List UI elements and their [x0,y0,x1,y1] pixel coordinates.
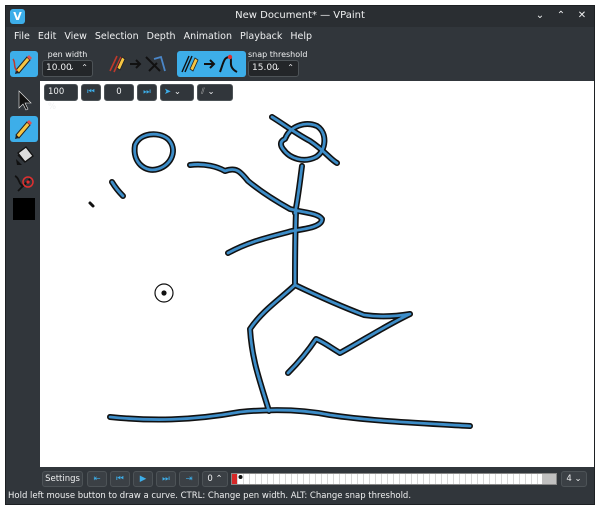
sketch-tool-selected[interactable] [10,116,38,142]
menu-edit[interactable]: Edit [34,28,60,46]
chevron-down-icon: ⌄ [173,87,181,97]
snap-threshold-group: snap threshold 15.00 ⌄ ⌃ [248,49,307,77]
sculpt-tool-button[interactable] [10,170,38,196]
snap-threshold-label: snap threshold [248,50,308,59]
keyframe-marker-icon [232,474,243,484]
canvas-toolbar: 100 % ⏮ 0 ⏭ ➤ ⌄ ⫽ ⌄ [44,84,233,112]
onion-skin-icon: ➤ [164,87,172,97]
tool-options-bar: pen width 10.00 ⌄ ⌃ snap threshold 15.00… [6,47,594,80]
timeline-settings-button[interactable]: Settings [42,471,83,487]
frame-input[interactable]: 0 [104,84,134,101]
status-bar: Hold left mouse button to draw a curve. … [8,491,412,501]
start-frame-spinbox[interactable]: 0 ⌃ [202,471,228,487]
paint-bucket-tool-button[interactable] [10,143,38,169]
title-bar: V New Document* — VPaint ⌄ ⌃ ✕ [6,6,594,27]
drawing-canvas[interactable]: 100 % ⏮ 0 ⏭ ➤ ⌄ ⫽ ⌄ [40,81,594,467]
select-tool-button[interactable] [10,87,38,113]
onion-skin-dropdown[interactable]: ➤ ⌄ [160,84,194,101]
paint-bucket-icon [16,146,34,165]
sketch-tool-button[interactable] [10,51,38,77]
select-arrow-icon [18,90,32,111]
minimize-button[interactable]: ⌄ [534,9,546,23]
close-button[interactable]: ✕ [576,9,588,23]
chevron-down-icon: ⌄ [207,87,215,97]
display-mode-icon: ⫽ [201,87,205,97]
maximize-button[interactable]: ⌃ [555,9,567,23]
display-mode-dropdown[interactable]: ⫽ ⌄ [197,84,233,101]
planar-map-mode-button[interactable] [105,51,174,77]
menu-bar: File Edit View Selection Depth Animation… [6,28,316,46]
window-title: New Document* — VPaint [235,10,365,21]
pen-width-label: pen width [47,50,88,59]
menu-playback[interactable]: Playback [236,28,286,46]
play-button[interactable]: ▶ [133,471,153,487]
last-frame-button[interactable]: ⏭ [137,84,157,101]
zoom-dropdown[interactable]: 100 % [44,84,78,112]
go-to-start-button[interactable]: ⇤ [87,471,107,487]
pen-width-group: pen width 10.00 ⌄ ⌃ [42,49,93,77]
pencil-icon [15,120,32,139]
sculpt-icon [14,175,34,192]
menu-animation[interactable]: Animation [180,28,236,46]
app-window: V New Document* — VPaint ⌄ ⌃ ✕ File Edit… [5,5,595,505]
end-frame-spinbox[interactable]: 4 ⌄ [561,471,587,487]
frame-track[interactable] [231,473,557,485]
color-swatch[interactable] [13,198,35,220]
end-frame-value: 4 [566,474,572,484]
curve-mode-button[interactable] [177,51,246,77]
menu-depth[interactable]: Depth [143,28,180,46]
planar-map-mode-icon [109,55,166,73]
pencil-icon [12,55,32,74]
toolbox [6,81,40,471]
menu-help[interactable]: Help [286,28,316,46]
timeline-bar: Settings ⇤ ⏮ ▶ ⏭ ⇥ 0 ⌃ 4 ⌄ [6,468,594,490]
menu-file[interactable]: File [10,28,34,46]
spin-arrows-icon[interactable]: ⌄ ⌃ [274,63,296,72]
menu-view[interactable]: View [60,28,91,46]
go-to-end-button[interactable]: ⇥ [179,471,199,487]
start-frame-value: 0 [207,474,213,484]
drawing[interactable] [40,81,594,467]
pen-width-spinbox[interactable]: 10.00 ⌄ ⌃ [42,60,93,77]
spin-arrows-icon[interactable]: ⌄ ⌃ [68,63,90,72]
menu-selection[interactable]: Selection [91,28,143,46]
snap-threshold-spinbox[interactable]: 15.00 ⌄ ⌃ [248,60,299,77]
previous-frame-button[interactable]: ⏮ [110,471,130,487]
brush-cursor-icon [154,283,174,303]
curve-mode-icon [181,54,238,73]
next-frame-button[interactable]: ⏭ [156,471,176,487]
first-frame-button[interactable]: ⏮ [81,84,101,101]
